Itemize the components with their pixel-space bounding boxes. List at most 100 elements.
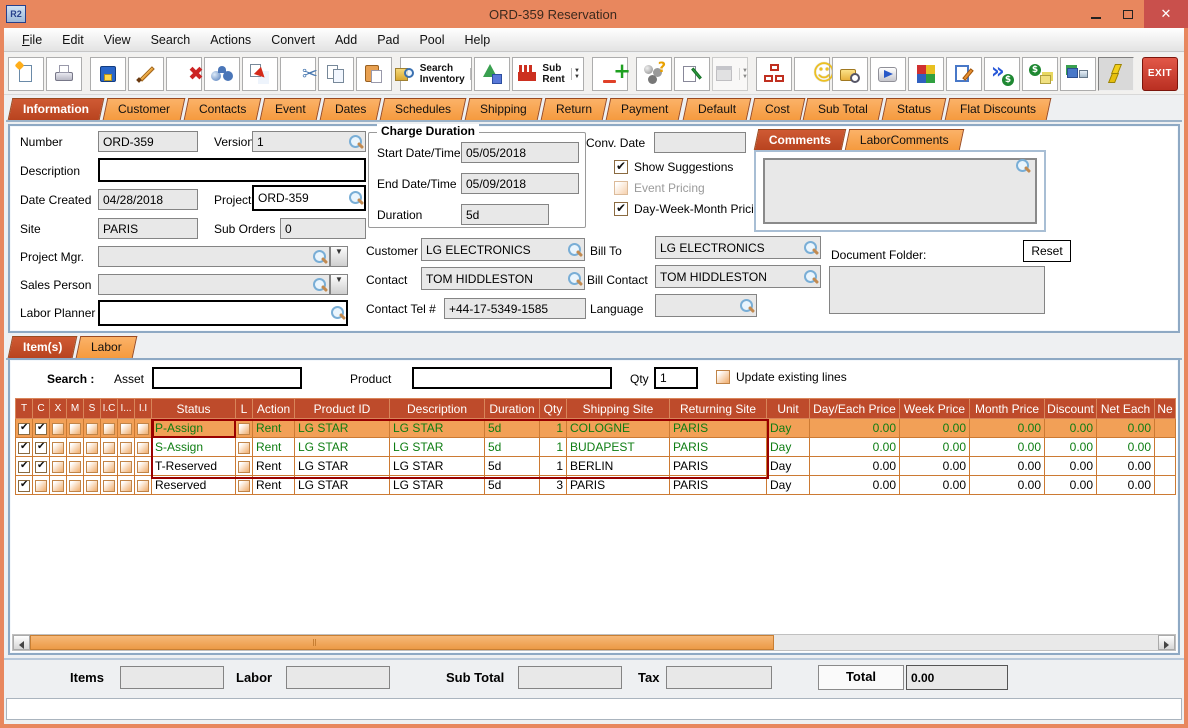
cell-description[interactable]: LG STAR — [389, 475, 485, 495]
sales-person-field[interactable] — [98, 274, 330, 295]
menu-item-pad[interactable]: Pad — [367, 30, 409, 50]
row-1-check-m[interactable] — [66, 418, 84, 438]
tab-event[interactable]: Event — [260, 98, 322, 120]
scroll-left-button[interactable] — [13, 635, 30, 650]
checkbox[interactable] — [86, 460, 98, 473]
cell-discount[interactable]: 0.00 — [1044, 456, 1097, 476]
row-2-check-s[interactable] — [83, 437, 101, 457]
checkbox[interactable] — [35, 460, 47, 473]
cell-ne[interactable] — [1154, 418, 1176, 438]
key-button[interactable] — [870, 56, 906, 91]
tab-dates[interactable]: Dates — [319, 98, 382, 120]
cell-unit[interactable]: Day — [766, 475, 810, 495]
cell-status[interactable]: S-Assign — [151, 437, 236, 457]
checkbox[interactable] — [238, 479, 250, 492]
checkbox[interactable] — [137, 460, 149, 473]
comments-lookup-icon[interactable] — [1016, 159, 1030, 173]
product-input[interactable] — [412, 367, 612, 389]
column-header-l[interactable]: L — [235, 398, 253, 419]
find-button[interactable] — [204, 56, 240, 91]
checkbox[interactable] — [614, 159, 628, 174]
cell-product-id[interactable]: LG STAR — [294, 437, 390, 457]
cell-product-id[interactable]: LG STAR — [294, 456, 390, 476]
menu-item-view[interactable]: View — [94, 30, 141, 50]
cell-discount[interactable]: 0.00 — [1044, 475, 1097, 495]
cell-l[interactable] — [235, 456, 253, 476]
items-total-field[interactable] — [120, 666, 224, 689]
tax-field[interactable] — [666, 666, 772, 689]
cell-status[interactable]: T-Reserved — [151, 456, 236, 476]
cell-shipping-site[interactable]: COLOGNE — [566, 418, 670, 438]
checkbox[interactable] — [35, 441, 47, 454]
cell-net-each[interactable]: 0.00 — [1096, 475, 1155, 495]
table-row-2[interactable]: S-AssignRentLG STARLG STAR5d1BUDAPESTPAR… — [15, 437, 1176, 457]
scrollbar-track[interactable] — [30, 635, 1158, 650]
menu-item-edit[interactable]: Edit — [52, 30, 94, 50]
cell-status[interactable]: P-Assign — [151, 418, 236, 438]
cell-day-each-price[interactable]: 0.00 — [809, 418, 900, 438]
tab-flat-discounts[interactable]: Flat Discounts — [944, 98, 1052, 120]
column-header-shipping-site[interactable]: Shipping Site — [566, 398, 670, 419]
checkbox[interactable] — [18, 479, 30, 492]
cell-qty[interactable]: 1 — [539, 418, 567, 438]
cell-duration[interactable]: 5d — [484, 475, 540, 495]
end-date-field[interactable] — [461, 173, 579, 194]
contact-lookup-icon[interactable] — [568, 271, 582, 286]
copy-button[interactable] — [318, 56, 354, 91]
row-2-check-t[interactable] — [15, 437, 33, 457]
cell-discount[interactable]: 0.00 — [1044, 437, 1097, 457]
tab-information[interactable]: Information — [7, 98, 105, 120]
bill-contact-field[interactable] — [655, 265, 821, 288]
tab-sub-total[interactable]: Sub Total — [802, 98, 884, 120]
exit-button[interactable]: EXIT — [1142, 56, 1178, 91]
scroll-right-button[interactable] — [1158, 635, 1175, 650]
cell-qty[interactable]: 1 — [539, 437, 567, 457]
row-3-check-c[interactable] — [32, 456, 50, 476]
row-2-check-ic[interactable] — [100, 437, 118, 457]
checkbox[interactable] — [120, 479, 132, 492]
column-header-month-price[interactable]: Month Price — [969, 398, 1045, 419]
sub-rent-button[interactable]: Sub Rent ▼ ▼ — [512, 56, 584, 91]
comments-tab-comments[interactable]: Comments — [753, 129, 847, 150]
column-header-s[interactable]: S — [83, 398, 101, 419]
checkbox[interactable] — [18, 460, 30, 473]
cell-week-price[interactable]: 0.00 — [899, 475, 970, 495]
column-header-net-each[interactable]: Net Each — [1096, 398, 1155, 419]
site-field[interactable] — [98, 218, 198, 239]
cell-month-price[interactable]: 0.00 — [969, 475, 1045, 495]
contact-field[interactable] — [421, 267, 585, 290]
checkbox[interactable] — [52, 422, 64, 435]
cell-qty[interactable]: 1 — [539, 456, 567, 476]
row-3-check-i[interactable] — [117, 456, 135, 476]
tab-payment[interactable]: Payment — [605, 98, 684, 120]
row-4-check-s[interactable] — [83, 475, 101, 495]
tab-schedules[interactable]: Schedules — [380, 98, 467, 120]
cell-ne[interactable] — [1154, 475, 1176, 495]
cell-month-price[interactable]: 0.00 — [969, 456, 1045, 476]
bill-contact-lookup-icon[interactable] — [804, 269, 818, 284]
checkbox[interactable] — [137, 422, 149, 435]
row-4-check-m[interactable] — [66, 475, 84, 495]
cubes-button[interactable] — [908, 56, 944, 91]
table-row-3[interactable]: T-ReservedRentLG STARLG STAR5d1BERLINPAR… — [15, 456, 1176, 476]
language-lookup-icon[interactable] — [740, 298, 754, 313]
project-lookup-icon[interactable] — [349, 191, 363, 205]
checkbox[interactable] — [120, 460, 132, 473]
column-header-discount[interactable]: Discount — [1044, 398, 1097, 419]
column-header-ne[interactable]: Ne — [1154, 398, 1176, 419]
checkbox[interactable] — [103, 441, 115, 454]
row-1-check-t[interactable] — [15, 418, 33, 438]
checkbox[interactable] — [52, 479, 64, 492]
folder-history-button[interactable] — [832, 56, 868, 91]
delete-button[interactable] — [166, 56, 208, 91]
row-4-check-i[interactable] — [117, 475, 135, 495]
tab-cost[interactable]: Cost — [749, 98, 805, 120]
cell-product-id[interactable]: LG STAR — [294, 418, 390, 438]
column-header-week-price[interactable]: Week Price — [899, 398, 970, 419]
tab-return[interactable]: Return — [540, 98, 608, 120]
quick-actions-button[interactable] — [1098, 56, 1134, 91]
asset-input[interactable] — [152, 367, 302, 389]
checkbox[interactable] — [120, 422, 132, 435]
comments-tab-laborcomments[interactable]: LaborComments — [844, 129, 964, 150]
tab-customer[interactable]: Customer — [102, 98, 186, 120]
